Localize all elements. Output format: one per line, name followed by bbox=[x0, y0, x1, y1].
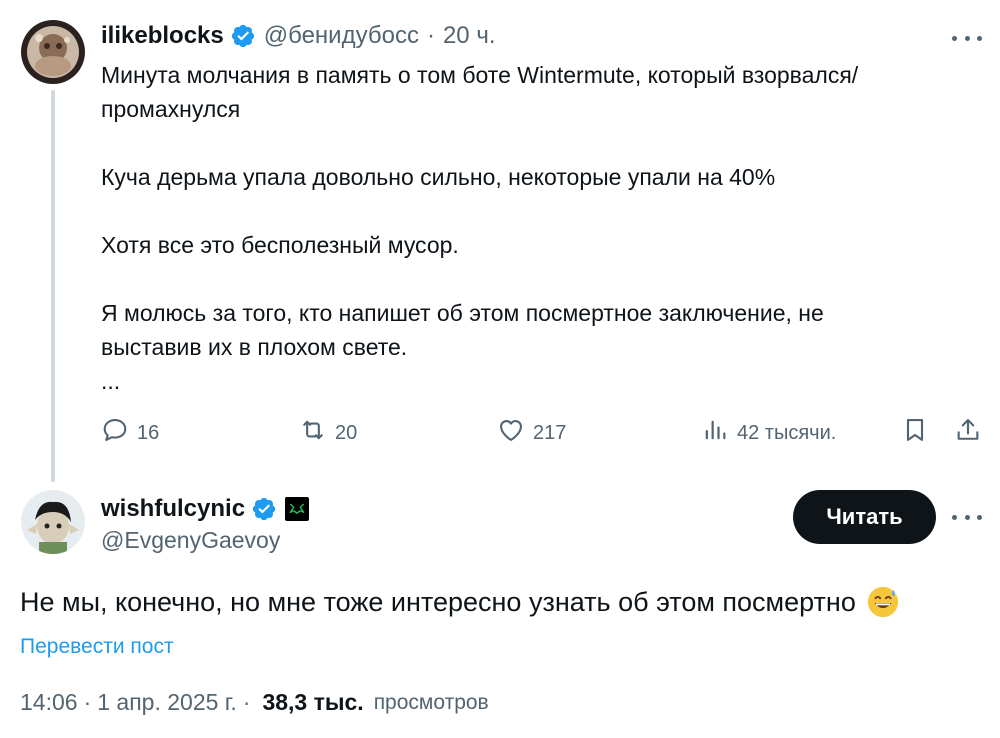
author-name[interactable]: ilikeblocks bbox=[101, 22, 224, 50]
views-icon bbox=[701, 416, 729, 450]
tweet-line: Хотя все это бесполезный мусор. bbox=[101, 232, 459, 258]
thread-line bbox=[51, 90, 55, 482]
like-count: 217 bbox=[533, 421, 567, 444]
verified-badge-icon[interactable] bbox=[230, 23, 256, 49]
views-count: 42 тысячи. bbox=[737, 421, 837, 444]
avatar[interactable] bbox=[21, 490, 85, 554]
affiliate-badge-icon[interactable] bbox=[285, 497, 310, 521]
views-count: 38,3 тыс. bbox=[262, 689, 364, 715]
translate-link[interactable]: Перевести пост bbox=[20, 635, 174, 659]
show-more-ellipsis[interactable]: ... bbox=[101, 364, 981, 398]
repost-count: 20 bbox=[335, 421, 358, 444]
tweet-body: Не мы, конечно, но мне тоже интересно уз… bbox=[20, 586, 856, 617]
reply-count: 16 bbox=[137, 421, 160, 444]
author-handle[interactable]: @EvgenyGaevoy bbox=[101, 527, 280, 554]
verified-badge-icon[interactable] bbox=[251, 496, 277, 522]
repost-button[interactable]: 20 bbox=[299, 415, 357, 451]
timestamp-date[interactable]: 1 апр. 2025 г. bbox=[97, 689, 237, 716]
avatar[interactable] bbox=[21, 20, 85, 84]
main-tweet-text: Не мы, конечно, но мне тоже интересно уз… bbox=[20, 585, 900, 619]
tweet-line: Я молюсь за того, кто напишет об этом по… bbox=[101, 300, 824, 326]
tweet-text: Минута молчания в память о том боте Wint… bbox=[101, 58, 981, 398]
grinning-face-with-sweat-icon bbox=[866, 585, 900, 619]
views-label: просмотров bbox=[373, 690, 489, 714]
tweet-line: Минута молчания в память о том боте Wint… bbox=[101, 62, 859, 88]
like-button[interactable]: 217 bbox=[497, 415, 566, 451]
share-icon bbox=[954, 416, 982, 450]
follow-button[interactable]: Читать bbox=[793, 490, 936, 544]
author-name[interactable]: wishfulcynic bbox=[101, 495, 245, 523]
bookmark-button[interactable] bbox=[901, 415, 929, 451]
tweet-time[interactable]: 20 ч. bbox=[443, 22, 496, 50]
separator-dot: · bbox=[242, 689, 251, 715]
tweet-line: Куча дерьма упала довольно сильно, некот… bbox=[101, 164, 776, 190]
author-handle[interactable]: @бенидубосс bbox=[264, 22, 419, 50]
tweet-meta: 14:06 · 1 апр. 2025 г. · 38,3 тыс. просм… bbox=[20, 689, 489, 716]
reply-button[interactable]: 16 bbox=[101, 415, 159, 451]
tweet-header: ilikeblocks @бенидубосс · 20 ч. bbox=[101, 20, 496, 52]
like-icon bbox=[497, 416, 525, 450]
tweet-header: wishfulcynic bbox=[101, 493, 310, 525]
share-button[interactable] bbox=[954, 415, 982, 451]
views-button[interactable]: 42 тысячи. bbox=[701, 415, 836, 451]
more-icon[interactable] bbox=[952, 28, 982, 48]
tweet-line: промахнулся bbox=[101, 96, 241, 122]
tweet-actions: 16 20 217 42 тысячи. bbox=[101, 415, 981, 451]
separator-dot: · bbox=[426, 22, 435, 49]
more-icon[interactable] bbox=[952, 507, 982, 527]
timestamp-time[interactable]: 14:06 bbox=[20, 689, 78, 716]
bookmark-icon bbox=[901, 416, 929, 450]
separator-dot: · bbox=[83, 689, 92, 715]
tweet-line: выставив их в плохом свете. bbox=[101, 334, 408, 360]
reply-icon bbox=[101, 416, 129, 450]
repost-icon bbox=[299, 416, 327, 450]
